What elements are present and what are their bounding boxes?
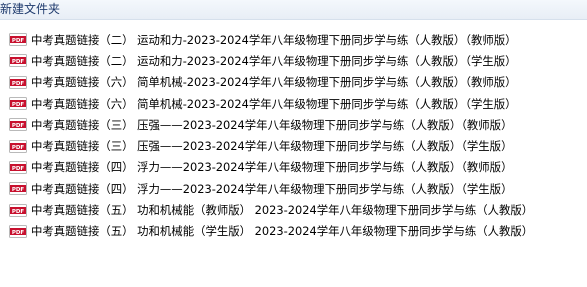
file-name: 中考真题链接（二） 运动和力-2023-2024学年八年级物理下册同步学与练（人…	[31, 53, 517, 68]
pdf-icon-label: PDF	[12, 81, 25, 87]
pdf-file-icon: PDF	[9, 54, 27, 68]
file-name: 中考真题链接（五） 功和机械能（教师版） 2023-2024学年八年级物理下册同…	[31, 203, 534, 218]
pdf-icon-label: PDF	[12, 166, 25, 172]
file-item[interactable]: PDF 中考真题链接（五） 功和机械能（学生版） 2023-2024学年八年级物…	[0, 221, 587, 242]
file-name: 中考真题链接（六） 简单机械-2023-2024学年八年级物理下册同步学与练（人…	[31, 75, 517, 90]
file-explorer-window: 新建文件夹 PDF 中考真题链接（二） 运动和力-2023-2024学年八年级物…	[0, 0, 587, 287]
file-item[interactable]: PDF 中考真题链接（三） 压强——2023-2024学年八年级物理下册同步学与…	[0, 114, 587, 135]
pdf-file-icon: PDF	[9, 118, 27, 132]
folder-header: 新建文件夹	[0, 0, 587, 20]
file-item[interactable]: PDF 中考真题链接（六） 简单机械-2023-2024学年八年级物理下册同步学…	[0, 93, 587, 114]
file-item[interactable]: PDF 中考真题链接（四） 浮力——2023-2024学年八年级物理下册同步学与…	[0, 178, 587, 199]
pdf-file-icon: PDF	[9, 139, 27, 153]
pdf-file-icon: PDF	[9, 160, 27, 174]
file-name: 中考真题链接（四） 浮力——2023-2024学年八年级物理下册同步学与练（人教…	[31, 160, 513, 175]
folder-title: 新建文件夹	[0, 2, 61, 16]
file-item[interactable]: PDF 中考真题链接（二） 运动和力-2023-2024学年八年级物理下册同步学…	[0, 29, 587, 50]
file-item[interactable]: PDF 中考真题链接（四） 浮力——2023-2024学年八年级物理下册同步学与…	[0, 157, 587, 178]
file-list: PDF 中考真题链接（二） 运动和力-2023-2024学年八年级物理下册同步学…	[0, 29, 587, 242]
pdf-file-icon: PDF	[9, 75, 27, 89]
file-item[interactable]: PDF 中考真题链接（三） 压强——2023-2024学年八年级物理下册同步学与…	[0, 135, 587, 156]
file-item[interactable]: PDF 中考真题链接（六） 简单机械-2023-2024学年八年级物理下册同步学…	[0, 72, 587, 93]
file-item[interactable]: PDF 中考真题链接（五） 功和机械能（教师版） 2023-2024学年八年级物…	[0, 199, 587, 220]
pdf-file-icon: PDF	[9, 224, 27, 238]
file-name: 中考真题链接（三） 压强——2023-2024学年八年级物理下册同步学与练（人教…	[31, 139, 513, 154]
pdf-icon-label: PDF	[12, 208, 25, 214]
pdf-icon-label: PDF	[12, 123, 25, 129]
file-name: 中考真题链接（三） 压强——2023-2024学年八年级物理下册同步学与练（人教…	[31, 117, 513, 132]
pdf-icon-label: PDF	[12, 144, 25, 150]
pdf-icon-label: PDF	[12, 38, 25, 44]
pdf-file-icon: PDF	[9, 33, 27, 47]
file-name: 中考真题链接（四） 浮力——2023-2024学年八年级物理下册同步学与练（人教…	[31, 181, 513, 196]
pdf-file-icon: PDF	[9, 97, 27, 111]
file-item[interactable]: PDF 中考真题链接（二） 运动和力-2023-2024学年八年级物理下册同步学…	[0, 50, 587, 71]
pdf-file-icon: PDF	[9, 182, 27, 196]
file-name: 中考真题链接（二） 运动和力-2023-2024学年八年级物理下册同步学与练（人…	[31, 32, 517, 47]
file-name: 中考真题链接（六） 简单机械-2023-2024学年八年级物理下册同步学与练（人…	[31, 96, 517, 111]
pdf-icon-label: PDF	[12, 59, 25, 65]
pdf-icon-label: PDF	[12, 102, 25, 108]
pdf-file-icon: PDF	[9, 203, 27, 217]
pdf-icon-label: PDF	[12, 187, 25, 193]
file-name: 中考真题链接（五） 功和机械能（学生版） 2023-2024学年八年级物理下册同…	[31, 224, 534, 239]
pdf-icon-label: PDF	[12, 230, 25, 236]
